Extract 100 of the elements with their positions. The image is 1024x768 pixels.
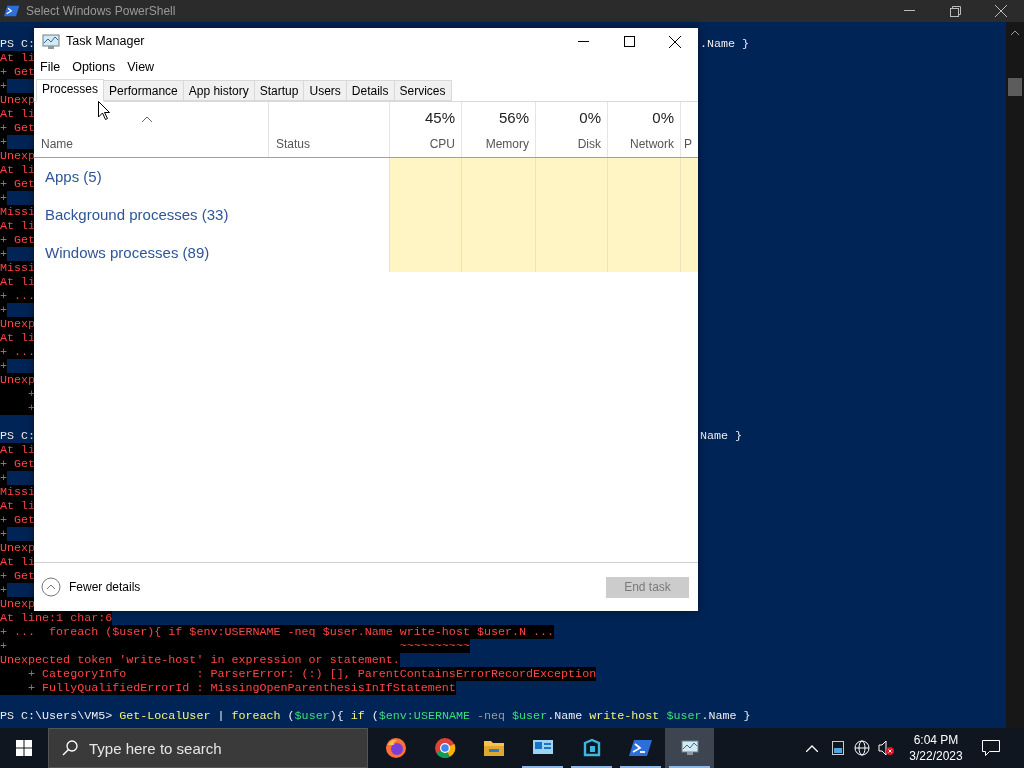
error-text: + Get bbox=[0, 121, 36, 135]
scroll-thumb[interactable] bbox=[1008, 78, 1022, 96]
error-text: + bbox=[0, 79, 7, 93]
error-text: At li bbox=[0, 219, 36, 233]
restore-icon bbox=[949, 5, 961, 17]
error-text: + Get bbox=[0, 177, 36, 191]
powershell-icon bbox=[4, 4, 20, 18]
column-header[interactable]: 0% Network bbox=[607, 102, 680, 157]
close-icon bbox=[995, 5, 1007, 17]
chevron-up-icon bbox=[41, 577, 61, 597]
error-text: + bbox=[0, 387, 36, 401]
column-header[interactable]: P bbox=[680, 102, 698, 157]
error-text: Missi bbox=[0, 205, 36, 219]
time-text: 6:04 PM bbox=[913, 732, 959, 748]
tab[interactable]: Performance bbox=[104, 80, 184, 101]
muted-speaker-icon[interactable] bbox=[878, 740, 894, 756]
column-total: 56% bbox=[498, 107, 529, 128]
chevron-up-icon[interactable] bbox=[806, 744, 818, 752]
error-text: + Get bbox=[0, 233, 36, 247]
error-text: Missi bbox=[0, 261, 36, 275]
error-text: + bbox=[0, 247, 7, 261]
table-cell bbox=[389, 158, 461, 196]
menu-item[interactable]: File bbox=[40, 57, 61, 77]
window-title: Task Manager bbox=[66, 33, 146, 51]
window-title: Select Windows PowerShell bbox=[26, 3, 177, 20]
menu-item[interactable]: View bbox=[127, 57, 155, 77]
tab[interactable]: Processes bbox=[36, 79, 105, 102]
error-text: Unexp bbox=[0, 541, 36, 555]
error-text: At li bbox=[0, 51, 36, 65]
tab[interactable]: App history bbox=[183, 80, 255, 101]
group-header[interactable]: Windows processes (89) bbox=[45, 241, 210, 265]
error-text: + Get bbox=[0, 457, 36, 471]
error-text: Missi bbox=[0, 485, 36, 499]
error-text: + Get bbox=[0, 569, 36, 583]
error-text: At li bbox=[0, 443, 36, 457]
minimize-icon bbox=[577, 40, 589, 43]
error-text: + bbox=[0, 583, 7, 597]
error-text: + Get bbox=[0, 65, 36, 79]
globe-icon[interactable] bbox=[854, 740, 870, 756]
error-text: At li bbox=[0, 555, 36, 569]
column-header[interactable]: 45% CPU bbox=[389, 102, 461, 157]
error-text: At li bbox=[0, 107, 36, 121]
column-total: 0% bbox=[579, 107, 601, 128]
table-cell bbox=[535, 234, 607, 272]
notification-icon[interactable] bbox=[982, 740, 1000, 756]
error-text: Unexp bbox=[0, 149, 36, 163]
chrome-icon bbox=[433, 737, 456, 759]
column-label: CPU bbox=[429, 136, 455, 153]
column-header[interactable]: 0% Disk bbox=[535, 102, 607, 157]
error-text: + FullyQualifiedErrorId : MissingOpenParenthesisInIfStatement bbox=[0, 681, 456, 695]
sort-caret-icon[interactable] bbox=[142, 116, 152, 122]
error-text: Unexp bbox=[0, 597, 36, 611]
column-header[interactable]: Status bbox=[268, 102, 389, 157]
column-label: Network bbox=[630, 136, 674, 153]
group-header[interactable]: Apps (5) bbox=[45, 165, 102, 189]
command-line: PS C:\Users\VM5> Get-LocalUser | foreach ($user){ if ($env:USERNAME -neq $user.Name write-host $user.Name } bbox=[0, 709, 751, 723]
task-manager-icon bbox=[42, 33, 60, 50]
column-total: 45% bbox=[424, 107, 455, 128]
column-label: P bbox=[684, 136, 692, 153]
error-text: At li bbox=[0, 499, 36, 513]
prompt-text: PS C: bbox=[0, 37, 36, 51]
column-header[interactable]: 56% Memory bbox=[461, 102, 535, 157]
device-icon[interactable] bbox=[832, 741, 844, 755]
error-text: + ... bbox=[0, 289, 36, 303]
tab[interactable]: Startup bbox=[254, 80, 305, 101]
scroll-up-icon[interactable] bbox=[1011, 30, 1019, 35]
column-header[interactable]: Name bbox=[34, 102, 268, 157]
prompt-text: .Name } bbox=[700, 37, 750, 51]
column-label: Status bbox=[276, 136, 312, 153]
firefox-icon bbox=[384, 737, 407, 759]
tab[interactable]: Details bbox=[346, 80, 395, 101]
error-text: At li bbox=[0, 163, 36, 177]
task-manager-icon bbox=[680, 740, 699, 756]
column-total: 0% bbox=[652, 107, 674, 128]
error-text: + bbox=[0, 135, 7, 149]
error-text: At li bbox=[0, 275, 36, 289]
minimize-icon bbox=[903, 10, 915, 12]
error-text: + bbox=[0, 471, 7, 485]
group-header[interactable]: Background processes (33) bbox=[45, 203, 229, 227]
error-text: + bbox=[0, 303, 7, 317]
search-field[interactable]: Type here to search bbox=[48, 728, 368, 768]
fewer-details-button[interactable]: Fewer details bbox=[41, 577, 141, 597]
tab[interactable]: Services bbox=[394, 80, 452, 101]
error-text: + ... bbox=[0, 345, 36, 359]
error-text: At line:1 char:6 bbox=[0, 611, 113, 625]
error-text: Unexp bbox=[0, 373, 36, 387]
clock[interactable]: 6:04 PM 3/22/2023 bbox=[902, 732, 970, 764]
error-text: + ... foreach ($user){ if $env:USERNAME -neq $user.Name write-host $user.N ... bbox=[0, 625, 555, 639]
tab[interactable]: Users bbox=[304, 80, 347, 101]
column-label: Name bbox=[41, 136, 74, 153]
scrollbar[interactable] bbox=[1006, 22, 1024, 728]
column-label: Disk bbox=[577, 136, 601, 153]
taskbar-app-button[interactable] bbox=[665, 728, 714, 768]
maximize-icon bbox=[623, 36, 635, 47]
menu-item[interactable]: Options bbox=[72, 57, 116, 77]
search-icon bbox=[62, 740, 78, 756]
error-text: + bbox=[0, 527, 7, 541]
close-icon bbox=[669, 35, 681, 48]
table-cell bbox=[680, 234, 698, 272]
folder-icon bbox=[482, 738, 505, 758]
